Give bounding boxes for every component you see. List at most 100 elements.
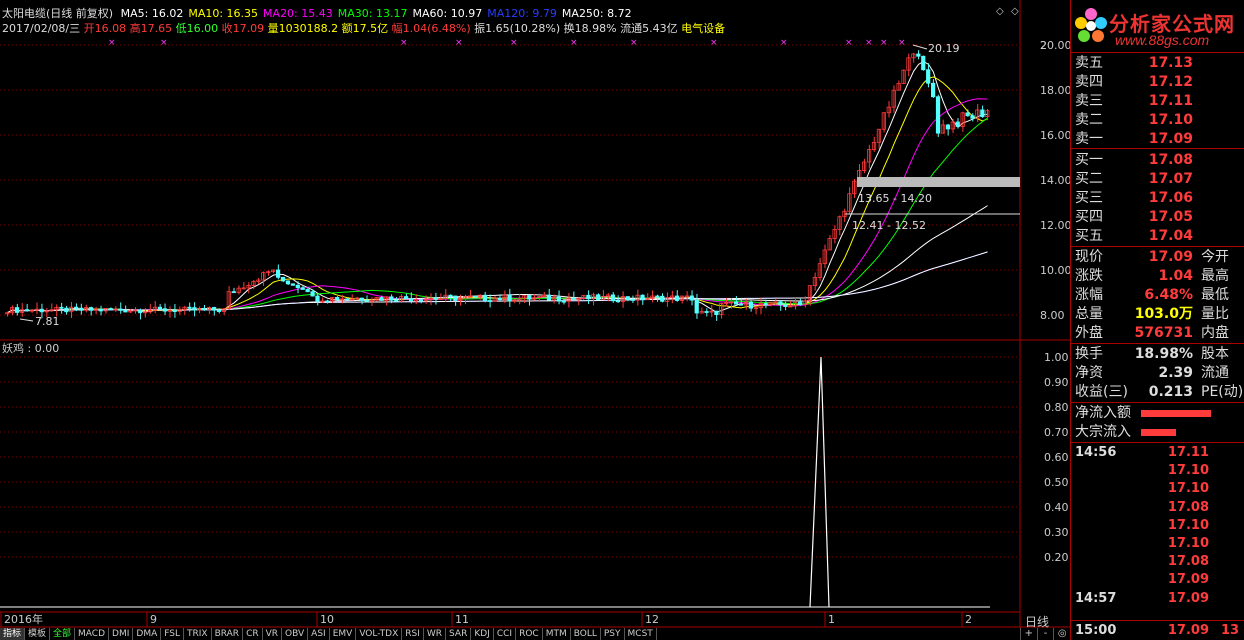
row-label-secondary: 内盘 [1201, 325, 1229, 341]
candle-body [640, 294, 645, 301]
indicator-tab[interactable]: VOL-TDX [356, 628, 403, 640]
flow-label: 大宗流入 [1075, 424, 1131, 440]
sub-axis-label: 1.00 [1044, 351, 1069, 364]
indicator-tab[interactable]: MACD [75, 628, 110, 640]
kline-chart-area[interactable]: 20.00 18.00 16.00 14.00 12.00 10.00 8.00 2 13.6… [0, 0, 1070, 640]
candle-body [305, 289, 310, 293]
indicator-tab[interactable]: MCST [625, 628, 657, 640]
amplitude-label: 振 [474, 22, 486, 35]
candle-body [138, 309, 143, 314]
logo-url: www.88gs.com [1115, 32, 1210, 48]
candle-body [586, 294, 591, 300]
candle-body [118, 308, 123, 311]
divider [1071, 620, 1244, 621]
time-axis-label: 2 [965, 613, 972, 626]
zoom-in-button[interactable]: + [1020, 628, 1037, 640]
indicator-tab[interactable]: OBV [282, 628, 309, 640]
candle-body [39, 308, 44, 313]
tick-row: 17.10 [1071, 480, 1244, 498]
row-value: 17.12 [1148, 74, 1193, 90]
indicator-tab[interactable]: PSY [601, 628, 625, 640]
candle-body [625, 296, 630, 300]
time-axis-label: 1 [828, 613, 835, 626]
indicator-tab[interactable]: 模板 [25, 628, 51, 640]
indicator-tab[interactable]: SAR [446, 628, 472, 640]
float-label: 流通 [620, 22, 643, 35]
indicator-tab[interactable]: BRAR [212, 628, 244, 640]
candle-body [921, 55, 926, 71]
indicator-tab[interactable]: DMA [133, 628, 162, 640]
turnover-label: 换 [563, 22, 575, 35]
row-label: 收益(三) [1075, 384, 1128, 400]
row-label-secondary: PE(动) [1201, 384, 1244, 400]
indicator-tab[interactable]: ROC [516, 628, 543, 640]
row-label: 卖一 [1075, 131, 1103, 147]
ma-line [7, 76, 988, 314]
row-label-secondary: 最高 [1201, 268, 1229, 284]
candle-body [674, 295, 680, 301]
chart-canvas[interactable]: 20.0018.0016.0014.0012.0010.008.002 13.6… [0, 0, 1070, 640]
flow-bar [1141, 429, 1176, 436]
zoom-out-button[interactable]: - [1036, 628, 1054, 640]
indicator-tab[interactable]: MTM [543, 628, 571, 640]
divider [1071, 246, 1244, 247]
low-label: 低 [175, 22, 187, 35]
ma-label: MA5: [120, 7, 149, 20]
candle-body [290, 283, 295, 286]
diamond-icon[interactable]: ◇ [996, 6, 1004, 17]
signal-marker: × [898, 38, 906, 48]
header-line-2: 2017/02/08/三 开16.08 高17.65 低16.00 收17.09… [2, 20, 725, 36]
sub-axis-label: 0.20 [1044, 551, 1069, 564]
candle-body [59, 306, 64, 309]
indicator-tab[interactable]: BOLL [571, 628, 601, 640]
indicator-tab[interactable]: TRIX [184, 628, 212, 640]
indicator-tab[interactable]: VR [263, 628, 283, 640]
divider [1071, 148, 1244, 149]
indicator-tab[interactable]: CCI [494, 628, 517, 640]
indicator-tab[interactable]: EMV [330, 628, 357, 640]
row-value: 17.08 [1148, 152, 1193, 168]
candle-body [433, 297, 438, 300]
signal-marker: × [108, 38, 116, 48]
diamond-icon-2[interactable]: ◇ [1011, 6, 1019, 17]
candle-body [763, 303, 768, 306]
row-value: 17.06 [1148, 190, 1193, 206]
candle-body [364, 299, 369, 302]
price-axis-label: 14.00 [1040, 174, 1070, 187]
stock-title: 太阳电缆(日线 前复权) [2, 7, 114, 20]
candle-body [389, 296, 394, 301]
candle-body [610, 294, 616, 302]
signal-marker: × [510, 38, 518, 48]
flow-row: 净流入额 [1071, 404, 1244, 422]
candle-body [798, 301, 803, 305]
open-label: 开 [83, 22, 95, 35]
tick-row: 17.10 [1071, 462, 1244, 480]
candle-body [285, 280, 291, 285]
settings-button[interactable]: ◎ [1053, 628, 1070, 640]
row-value: 17.04 [1148, 228, 1193, 244]
quote-row: 净资 2.39 流通 [1071, 364, 1244, 382]
signal-marker: × [630, 38, 638, 48]
tick-price: 17.11 [1167, 445, 1209, 460]
row-label-secondary: 今开 [1201, 249, 1229, 265]
candle-body [714, 310, 719, 316]
row-value: 17.09 [1148, 249, 1193, 265]
low-mark-label: 7.81 [35, 315, 60, 328]
indicator-tab[interactable]: DMI [109, 628, 134, 640]
sub-axis-label: 0.60 [1044, 451, 1069, 464]
indicator-tab[interactable]: WR [424, 628, 447, 640]
indicator-tab[interactable]: FSL [161, 628, 184, 640]
candle-body [108, 308, 113, 311]
indicator-tab[interactable]: ASI [308, 628, 330, 640]
ma-value: 16.02 [151, 7, 184, 20]
indicator-tab[interactable]: RSI [402, 628, 424, 640]
time-axis-label: 9 [150, 613, 157, 626]
indicator-tab[interactable]: 全部 [50, 628, 76, 640]
indicator-tab[interactable]: CR [243, 628, 263, 640]
candle-body [497, 297, 502, 301]
row-label: 净资 [1075, 365, 1103, 381]
quote-row: 卖二 17.10 [1071, 111, 1244, 129]
indicator-tab[interactable]: 指标 [0, 628, 26, 640]
quote-row: 换手 18.98% 股本 [1071, 345, 1244, 363]
indicator-tab[interactable]: KDJ [471, 628, 494, 640]
